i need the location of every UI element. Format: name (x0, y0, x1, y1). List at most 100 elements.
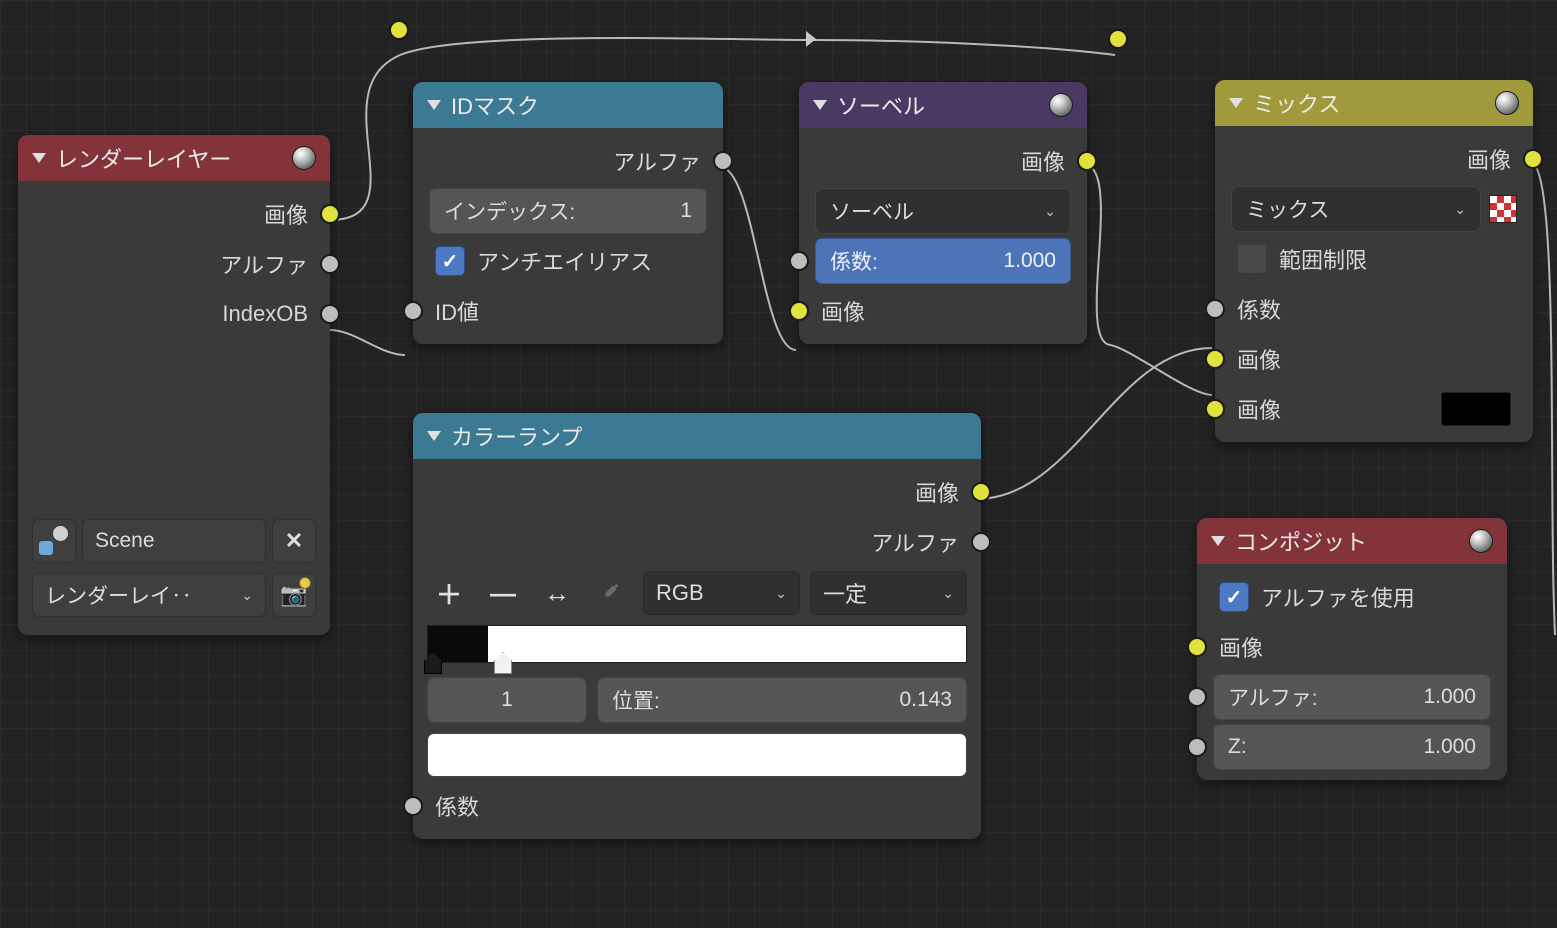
flip-button[interactable]: ↔ (535, 571, 579, 615)
socket-out-image[interactable] (1523, 149, 1543, 169)
remove-stop-button[interactable]: — (481, 571, 525, 615)
z-field[interactable]: Z: 1.000 (1213, 724, 1491, 770)
node-header[interactable]: カラーランプ (413, 413, 981, 459)
add-stop-button[interactable]: ＋ (427, 571, 471, 615)
node-mix[interactable]: ミックス 画像 ミックス ⌄ 範囲制限 係数 画像 画像 (1215, 80, 1533, 442)
chevron-down-icon: ⌄ (775, 585, 787, 602)
output-indexob: IndexOB (18, 289, 330, 339)
socket-out-image[interactable] (320, 204, 340, 224)
socket-in-image[interactable] (1187, 637, 1207, 657)
input-image-1: 画像 (1215, 334, 1533, 384)
blendmode-select[interactable]: ミックス ⌄ (1231, 186, 1481, 232)
node-header[interactable]: ソーベル (799, 82, 1087, 128)
socket-out-image[interactable] (1077, 151, 1097, 171)
fac-field[interactable]: 係数: 1.000 (815, 238, 1071, 284)
preview-sphere-icon (292, 146, 316, 170)
clamp-checkbox[interactable] (1237, 244, 1267, 274)
node-title: IDマスク (451, 89, 539, 121)
collapse-icon[interactable] (813, 100, 827, 110)
output-alpha: アルファ (18, 239, 330, 289)
collapse-icon[interactable] (427, 431, 441, 441)
stop-index-field[interactable]: 1 (427, 677, 587, 723)
socket-in-fac[interactable] (1205, 299, 1225, 319)
scene-browse-icon[interactable] (32, 519, 76, 563)
interp-select[interactable]: 一定 ⌄ (810, 571, 967, 615)
output-image: 画像 (799, 136, 1087, 186)
alpha-field[interactable]: アルファ: 1.000 (1213, 674, 1491, 720)
output-alpha: アルファ (413, 136, 723, 186)
socket-in-image2[interactable] (1205, 399, 1225, 419)
colormode-select[interactable]: RGB ⌄ (643, 571, 800, 615)
socket-in-z[interactable] (1187, 737, 1207, 757)
node-title: ソーベル (837, 89, 925, 121)
socket-out-indexob[interactable] (320, 304, 340, 324)
filter-type-select[interactable]: ソーベル ⌄ (815, 188, 1071, 234)
socket-out-alpha[interactable] (971, 532, 991, 552)
output-image: 画像 (1215, 134, 1533, 184)
socket-out-image[interactable] (971, 482, 991, 502)
socket-in-fac[interactable] (789, 251, 809, 271)
collapse-icon[interactable] (32, 153, 46, 163)
renderlayer-select[interactable]: レンダーレイ‥ ⌄ (32, 573, 266, 617)
clamp-row[interactable]: 範囲制限 (1215, 234, 1533, 284)
preview-sphere-icon (1469, 529, 1493, 553)
use-alpha-checkbox[interactable] (1219, 582, 1249, 612)
chevron-down-icon: ⌄ (1044, 203, 1056, 220)
image2-color-swatch[interactable] (1441, 392, 1511, 426)
render-button[interactable] (272, 573, 316, 617)
input-image-2: 画像 (1215, 384, 1533, 434)
input-id-value: ID値 (413, 286, 723, 336)
chevron-down-icon: ⌄ (241, 587, 253, 604)
socket-in-alpha[interactable] (1187, 687, 1207, 707)
socket-out-alpha[interactable] (320, 254, 340, 274)
socket-in-idvalue[interactable] (403, 301, 423, 321)
socket-in-image1[interactable] (1205, 349, 1225, 369)
chevron-down-icon: ⌄ (1454, 201, 1466, 218)
node-composite[interactable]: コンポジット アルファを使用 画像 アルファ: 1.000 Z: 1.000 (1197, 518, 1507, 780)
collapse-icon[interactable] (1229, 98, 1243, 108)
socket-out-alpha[interactable] (713, 151, 733, 171)
close-icon: ✕ (285, 528, 303, 554)
input-fac: 係数 (1215, 284, 1533, 334)
index-field[interactable]: インデックス: 1 (429, 188, 707, 234)
preview-sphere-icon (1049, 93, 1073, 117)
input-fac: 係数 (413, 781, 981, 831)
node-title: コンポジット (1235, 525, 1367, 557)
preview-sphere-icon (1495, 91, 1519, 115)
gradient-stop-1[interactable] (494, 652, 512, 674)
collapse-icon[interactable] (1211, 536, 1225, 546)
node-title: カラーランプ (451, 420, 582, 452)
use-alpha-row[interactable]: アルファを使用 (1197, 572, 1507, 622)
reroute-socket[interactable] (1108, 29, 1128, 49)
scene-select[interactable]: Scene (82, 519, 266, 563)
eyedropper-icon (600, 582, 622, 604)
node-render-layers[interactable]: レンダーレイヤー 画像 アルファ IndexOB Scene ✕ レンダーレイ‥… (18, 135, 330, 635)
node-id-mask[interactable]: IDマスク アルファ インデックス: 1 アンチエイリアス ID値 (413, 82, 723, 344)
node-header[interactable]: コンポジット (1197, 518, 1507, 564)
gradient-bar[interactable] (427, 625, 967, 663)
node-color-ramp[interactable]: カラーランプ 画像 アルファ ＋ — ↔ RGB ⌄ 一定 ⌄ (413, 413, 981, 839)
node-title: ミックス (1253, 87, 1340, 119)
socket-in-image[interactable] (789, 301, 809, 321)
collapse-icon[interactable] (427, 100, 441, 110)
chevron-down-icon: ⌄ (942, 585, 954, 602)
socket-in-fac[interactable] (403, 796, 423, 816)
eyedropper-button[interactable] (589, 571, 633, 615)
node-title: レンダーレイヤー (56, 142, 231, 174)
output-image: 画像 (413, 467, 981, 517)
stop-color-swatch[interactable] (427, 733, 967, 777)
node-filter-sobel[interactable]: ソーベル 画像 ソーベル ⌄ 係数: 1.000 画像 (799, 82, 1087, 344)
output-image: 画像 (18, 189, 330, 239)
output-alpha: アルファ (413, 517, 981, 567)
node-header[interactable]: ミックス (1215, 80, 1533, 126)
scene-clear-button[interactable]: ✕ (272, 519, 316, 563)
node-header[interactable]: レンダーレイヤー (18, 135, 330, 181)
position-field[interactable]: 位置: 0.143 (597, 677, 967, 723)
antialias-checkbox[interactable] (435, 246, 465, 276)
input-image: 画像 (799, 286, 1087, 336)
input-image: 画像 (1197, 622, 1507, 672)
node-header[interactable]: IDマスク (413, 82, 723, 128)
reroute-socket[interactable] (389, 20, 409, 40)
use-alpha-toggle[interactable] (1489, 195, 1517, 223)
antialias-row[interactable]: アンチエイリアス (413, 236, 723, 286)
